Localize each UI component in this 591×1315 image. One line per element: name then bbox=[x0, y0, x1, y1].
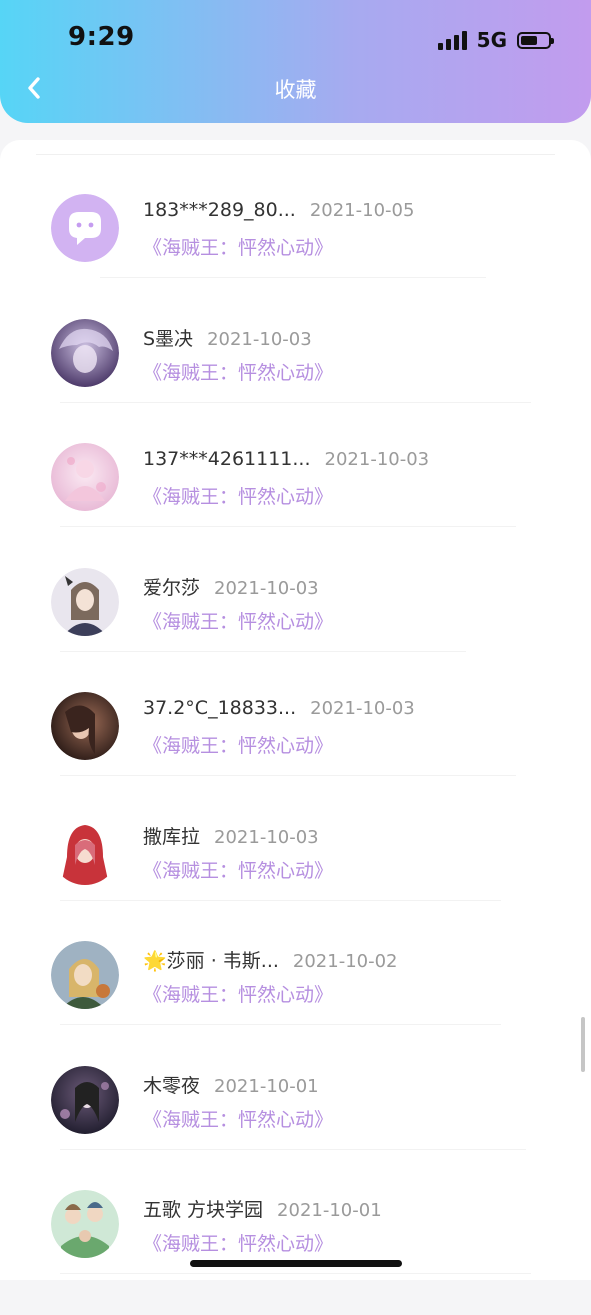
favorite-date: 2021-10-03 bbox=[207, 328, 312, 350]
list-item[interactable]: 🌟莎丽 · 韦斯... 2021-10-02 《海贼王：怦然心动》 bbox=[0, 941, 591, 1066]
home-indicator bbox=[190, 1260, 402, 1267]
avatar[interactable] bbox=[51, 941, 119, 1009]
list-item[interactable]: S墨决 2021-10-03 《海贼王：怦然心动》 bbox=[0, 318, 591, 444]
user-name: 五歌 方块学园 2021-10-01 bbox=[143, 1195, 382, 1222]
source-title[interactable]: 《海贼王：怦然心动》 bbox=[143, 1105, 333, 1132]
avatar[interactable] bbox=[51, 194, 119, 262]
list-item[interactable]: 37.2°C_18833... 2021-10-03 《海贼王：怦然心动》 bbox=[0, 692, 591, 817]
avatar[interactable] bbox=[51, 567, 119, 636]
divider bbox=[60, 899, 501, 901]
user-name-text: 37.2°C_18833... bbox=[143, 697, 297, 719]
user-name: 137***4261111... 2021-10-03 bbox=[143, 448, 429, 470]
page-title: 收藏 bbox=[274, 78, 317, 102]
divider bbox=[60, 526, 516, 527]
user-name-text: 木零夜 bbox=[143, 1074, 201, 1097]
header-bar: 9:29 5G 收藏 bbox=[0, 0, 591, 123]
user-name-text: 🌟莎丽 · 韦斯... bbox=[143, 950, 279, 972]
divider bbox=[60, 401, 531, 403]
network-type: 5G bbox=[476, 28, 507, 52]
favorite-date: 2021-10-03 bbox=[214, 826, 319, 848]
user-name-text: 五歌 方块学园 bbox=[143, 1199, 264, 1221]
user-name: 爱尔莎 2021-10-03 bbox=[143, 573, 319, 600]
user-name: 🌟莎丽 · 韦斯... 2021-10-02 bbox=[143, 946, 398, 973]
source-title[interactable]: 《海贼王：怦然心动》 bbox=[143, 731, 333, 758]
favorite-date: 2021-10-02 bbox=[292, 951, 398, 972]
battery-icon bbox=[517, 31, 554, 49]
divider bbox=[36, 154, 555, 155]
avatar[interactable] bbox=[51, 1190, 119, 1258]
user-name-text: S墨决 bbox=[143, 327, 194, 350]
user-name-text: 183***289_80... bbox=[143, 199, 296, 221]
user-name: 37.2°C_18833... 2021-10-03 bbox=[143, 697, 415, 719]
divider bbox=[60, 1148, 526, 1150]
user-name: 木零夜 2021-10-01 bbox=[143, 1071, 319, 1098]
divider bbox=[60, 1024, 501, 1025]
source-title[interactable]: 《海贼王：怦然心动》 bbox=[143, 358, 333, 385]
list-item[interactable]: 撒库拉 2021-10-03 《海贼王：怦然心动》 bbox=[0, 816, 591, 942]
list-item[interactable]: 爱尔莎 2021-10-03 《海贼王：怦然心动》 bbox=[0, 567, 591, 693]
source-title[interactable]: 《海贼王：怦然心动》 bbox=[143, 233, 333, 260]
user-name-text: 137***4261111... bbox=[143, 448, 311, 470]
divider bbox=[60, 1273, 531, 1274]
divider bbox=[60, 650, 466, 652]
divider bbox=[60, 775, 516, 776]
favorite-date: 2021-10-03 bbox=[214, 577, 319, 599]
source-title[interactable]: 《海贼王：怦然心动》 bbox=[143, 856, 333, 883]
user-name: S墨决 2021-10-03 bbox=[143, 324, 312, 351]
user-name: 撒库拉 2021-10-03 bbox=[143, 822, 319, 849]
user-name: 183***289_80... 2021-10-05 bbox=[143, 199, 414, 221]
favorite-date: 2021-10-01 bbox=[214, 1075, 319, 1097]
list-item[interactable]: 183***289_80... 2021-10-05 《海贼王：怦然心动》 bbox=[0, 194, 591, 319]
list-item[interactable]: 木零夜 2021-10-01 《海贼王：怦然心动》 bbox=[0, 1065, 591, 1191]
list-item[interactable]: 五歌 方块学园 2021-10-01 《海贼王：怦然心动》 bbox=[0, 1190, 591, 1315]
avatar[interactable] bbox=[51, 318, 119, 387]
divider bbox=[100, 277, 486, 278]
user-name-text: 爱尔莎 bbox=[143, 576, 201, 599]
status-time: 9:29 bbox=[68, 22, 135, 52]
favorite-date: 2021-10-05 bbox=[309, 200, 415, 221]
favorite-date: 2021-10-01 bbox=[277, 1200, 382, 1221]
status-indicators: 5G bbox=[437, 28, 554, 52]
user-name-text: 撒库拉 bbox=[143, 825, 201, 848]
avatar[interactable] bbox=[51, 692, 119, 760]
source-title[interactable]: 《海贼王：怦然心动》 bbox=[143, 980, 333, 1007]
source-title[interactable]: 《海贼王：怦然心动》 bbox=[143, 482, 333, 509]
list-item[interactable]: 137***4261111... 2021-10-03 《海贼王：怦然心动》 bbox=[0, 443, 591, 568]
signal-icon bbox=[437, 30, 467, 50]
favorite-date: 2021-10-03 bbox=[310, 698, 415, 719]
source-title[interactable]: 《海贼王：怦然心动》 bbox=[143, 607, 333, 634]
avatar[interactable] bbox=[51, 443, 119, 511]
avatar[interactable] bbox=[51, 1065, 119, 1134]
source-title[interactable]: 《海贼王：怦然心动》 bbox=[143, 1229, 333, 1256]
favorite-date: 2021-10-03 bbox=[324, 449, 430, 470]
scrollbar[interactable] bbox=[581, 1017, 585, 1072]
avatar[interactable] bbox=[51, 816, 119, 885]
